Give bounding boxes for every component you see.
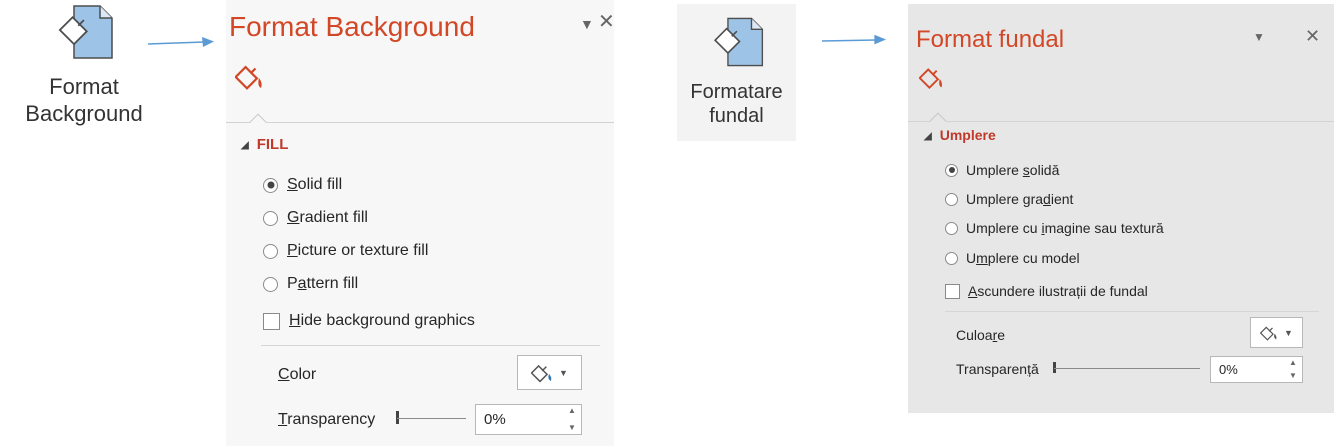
fill-option-label: Umplere solidă <box>966 162 1060 178</box>
spin-down-icon[interactable]: ▼ <box>1289 372 1297 380</box>
paint-bucket-icon <box>531 364 552 383</box>
chevron-down-icon: ▼ <box>1284 327 1293 338</box>
close-icon[interactable]: ✕ <box>1305 27 1320 45</box>
hide-background-graphics[interactable]: Ascundere ilustrații de fundal <box>945 283 1148 299</box>
spinner-arrows[interactable]: ▲ ▼ <box>1288 359 1298 380</box>
divider <box>261 345 600 346</box>
right-arrow-icon <box>148 37 214 47</box>
transparency-value: 0% <box>484 411 506 428</box>
spin-up-icon[interactable]: ▲ <box>568 407 576 415</box>
collapse-triangle-icon: ◢ <box>924 130 932 142</box>
paint-bucket-icon <box>1260 325 1277 341</box>
collapse-triangle-icon: ◢ <box>241 139 249 151</box>
radio-gradient-fill[interactable] <box>945 192 958 206</box>
ribbon-label-line2: fundal <box>709 105 764 128</box>
radio-picture-fill[interactable] <box>263 243 278 259</box>
radio-pattern-fill[interactable] <box>263 276 278 292</box>
color-picker-button[interactable]: ▼ <box>517 355 582 390</box>
radio-picture-fill[interactable] <box>945 221 958 235</box>
hide-background-graphics[interactable]: Hide background graphics <box>263 312 475 330</box>
fill-option-pattern[interactable]: Umplere cu model <box>945 250 1080 266</box>
hide-graphics-checkbox[interactable] <box>945 283 960 299</box>
hide-graphics-label: Hide background graphics <box>289 312 475 329</box>
paint-bucket-icon[interactable] <box>235 63 265 91</box>
format-background-pane-en: Format Background ▼ ✕ ◢ FILL Solid fill G… <box>226 0 614 446</box>
format-background-ribbon-button[interactable]: Format Background <box>14 4 154 128</box>
hide-graphics-label: Ascundere ilustrații de fundal <box>968 283 1148 299</box>
pane-title: Format Background <box>229 11 475 42</box>
divider <box>945 311 1319 312</box>
fill-option-solid[interactable]: Solid fill <box>263 176 342 194</box>
chevron-down-icon: ▼ <box>559 367 568 378</box>
radio-solid-fill[interactable] <box>945 163 958 177</box>
pane-options-chevron-down-icon[interactable]: ▼ <box>580 17 594 31</box>
transparency-spinner[interactable]: 0% ▲ ▼ <box>475 404 582 435</box>
color-label: Culoare <box>956 327 1006 343</box>
spin-up-icon[interactable]: ▲ <box>1289 359 1297 367</box>
format-background-icon <box>713 17 763 67</box>
pane-options-chevron-down-icon[interactable]: ▼ <box>1253 31 1265 43</box>
color-picker-button[interactable]: ▼ <box>1250 317 1303 348</box>
fill-option-label: Umplere cu model <box>966 250 1080 266</box>
fill-option-pattern[interactable]: Pattern fill <box>263 275 358 293</box>
ribbon-label-line2: Background <box>25 100 143 126</box>
pane-title: Format fundal <box>916 26 1065 53</box>
hide-graphics-checkbox[interactable] <box>263 312 280 330</box>
tab-underline <box>226 122 614 123</box>
paint-bucket-icon[interactable] <box>919 66 945 90</box>
fill-option-label: Solid fill <box>287 176 343 193</box>
ribbon-label-line1: Format <box>49 74 119 99</box>
tab-underline <box>908 121 1334 122</box>
fill-option-label: Umplere gradient <box>966 191 1074 207</box>
fill-option-gradient[interactable]: Umplere gradient <box>945 191 1073 207</box>
fill-option-label: Umplere cu imagine sau textură <box>966 220 1164 236</box>
transparency-slider-track[interactable] <box>1054 368 1200 369</box>
section-header-fill[interactable]: ◢ Umplere <box>924 127 996 143</box>
format-background-icon <box>58 5 113 59</box>
transparency-value: 0% <box>1219 362 1238 377</box>
radio-gradient-fill[interactable] <box>263 210 278 226</box>
format-background-ribbon-button-ro[interactable]: Formatare fundal <box>677 4 796 141</box>
format-background-pane-ro: Format fundal ▼ ✕ ◢ Umplere Umplere solid… <box>908 4 1334 413</box>
fill-option-gradient[interactable]: Gradient fill <box>263 209 368 227</box>
section-title: Umplere <box>939 127 996 143</box>
fill-option-solid[interactable]: Umplere solidă <box>945 162 1059 178</box>
radio-pattern-fill[interactable] <box>945 251 958 265</box>
spin-down-icon[interactable]: ▼ <box>568 424 576 432</box>
transparency-label: Transparency <box>278 411 376 428</box>
radio-solid-fill[interactable] <box>263 177 278 193</box>
fill-option-label: Picture or texture fill <box>287 242 429 259</box>
transparency-label: Transparență <box>956 361 1039 377</box>
fill-option-picture[interactable]: Picture or texture fill <box>263 242 428 260</box>
ribbon-label-line1: Formatare <box>690 81 783 103</box>
transparency-spinner[interactable]: 0% ▲ ▼ <box>1210 356 1303 383</box>
spinner-arrows[interactable]: ▲ ▼ <box>567 407 577 432</box>
close-icon[interactable]: ✕ <box>598 12 614 32</box>
section-header-fill[interactable]: ◢ FILL <box>241 136 288 153</box>
fill-option-label: Pattern fill <box>287 275 359 292</box>
color-label: Color <box>278 366 317 383</box>
right-arrow-icon <box>822 34 886 45</box>
tab-selection-notch <box>249 113 267 131</box>
section-title: FILL <box>256 136 289 153</box>
fill-option-picture[interactable]: Umplere cu imagine sau textură <box>945 220 1164 236</box>
transparency-slider-track[interactable] <box>397 418 466 419</box>
fill-option-label: Gradient fill <box>287 209 368 226</box>
